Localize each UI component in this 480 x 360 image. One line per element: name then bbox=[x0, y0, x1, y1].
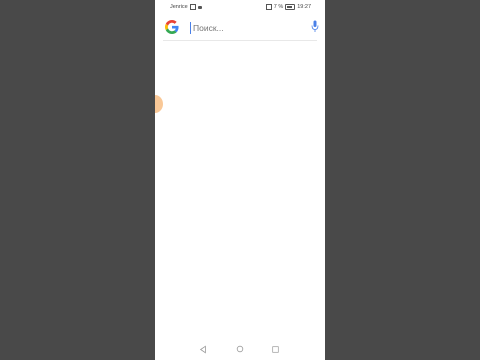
status-bar: Jenrice 7 % 19:27 bbox=[155, 0, 325, 14]
battery-percent: 7 % bbox=[273, 4, 284, 10]
nfc-icon bbox=[265, 4, 272, 10]
status-left: Jenrice bbox=[170, 4, 202, 10]
recent-apps-icon[interactable] bbox=[272, 346, 279, 353]
navigation-bar bbox=[155, 340, 325, 360]
status-right: 7 % 19:27 bbox=[265, 4, 311, 10]
edge-handle[interactable] bbox=[155, 95, 163, 113]
back-icon[interactable] bbox=[199, 345, 207, 354]
carrier-name: Jenrice bbox=[170, 4, 188, 10]
microphone-icon[interactable] bbox=[311, 20, 319, 33]
notification-icon bbox=[197, 5, 202, 9]
search-input[interactable] bbox=[190, 22, 293, 34]
home-icon[interactable] bbox=[236, 345, 244, 353]
phone-screen: Jenrice 7 % 19:27 bbox=[155, 0, 325, 360]
status-time: 19:27 bbox=[297, 4, 311, 10]
search-bar[interactable] bbox=[163, 16, 319, 41]
sim-icon bbox=[189, 4, 196, 10]
google-logo-icon[interactable] bbox=[165, 20, 179, 34]
battery-icon bbox=[285, 4, 296, 10]
